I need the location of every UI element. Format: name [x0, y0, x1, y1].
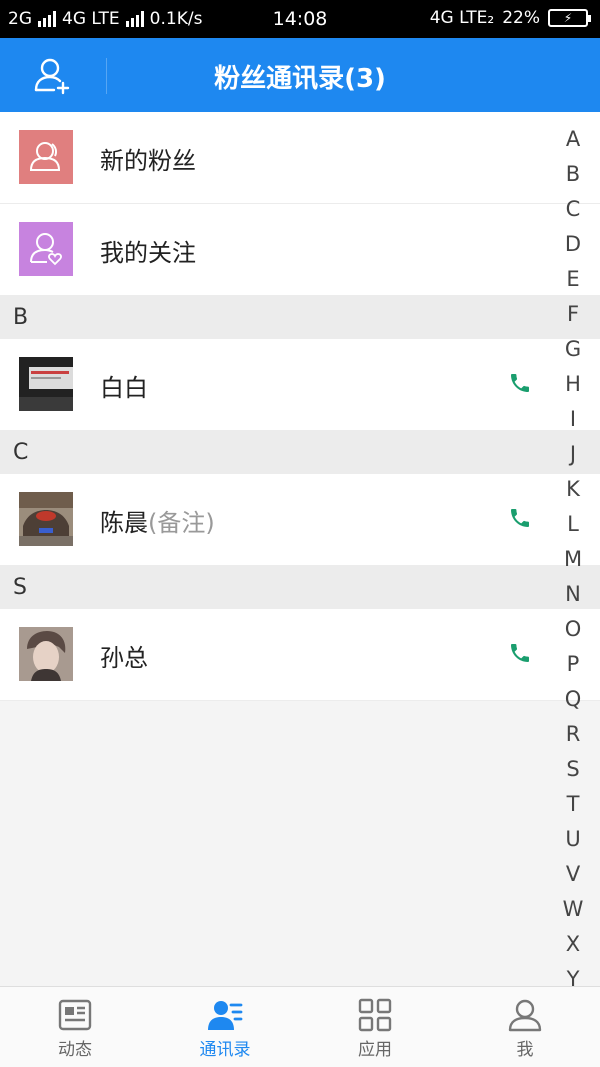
index-letter-d[interactable]: D: [546, 227, 600, 262]
status-bar: 2G 4G LTE 0.1K/s 14:08 4G LTE₂ 22% ⚡: [0, 0, 600, 38]
index-letter-k[interactable]: K: [546, 472, 600, 507]
index-letter-g[interactable]: G: [546, 332, 600, 367]
contact-remark: (备注): [148, 509, 215, 537]
row-label: 我的关注: [100, 239, 196, 267]
contact-row[interactable]: 孙总: [0, 609, 600, 701]
nav-tab-news[interactable]: 动态: [0, 987, 150, 1067]
fans-icon: [19, 130, 73, 184]
avatar: [19, 627, 73, 681]
contact-name: 白白: [100, 374, 148, 402]
news-icon: [58, 999, 92, 1031]
nav-label: 动态: [58, 1040, 92, 1060]
phone-icon[interactable]: [508, 641, 532, 665]
phone-icon[interactable]: [508, 506, 532, 530]
section-header-b: B: [0, 296, 600, 339]
nav-tab-apps[interactable]: 应用: [300, 987, 450, 1067]
contact-name: 陈晨(备注): [100, 503, 215, 538]
index-letter-s[interactable]: S: [546, 752, 600, 787]
nav-label: 我: [516, 1040, 534, 1060]
index-letter-c[interactable]: C: [546, 192, 600, 227]
index-letter-h[interactable]: H: [546, 367, 600, 402]
phone-icon[interactable]: [508, 371, 532, 395]
following-icon: [19, 222, 73, 276]
index-letter-n[interactable]: N: [546, 577, 600, 612]
index-letter-e[interactable]: E: [546, 262, 600, 297]
nav-tab-contacts[interactable]: 通讯录: [150, 987, 300, 1067]
index-letter-v[interactable]: V: [546, 857, 600, 892]
apps-grid-icon: [358, 998, 392, 1032]
bottom-nav: 动态 通讯录 应用 我: [0, 986, 600, 1067]
index-letter-r[interactable]: R: [546, 717, 600, 752]
index-letter-o[interactable]: O: [546, 612, 600, 647]
avatar: [19, 492, 73, 546]
new-fans-row[interactable]: 新的粉丝: [0, 112, 600, 204]
avatar: [19, 357, 73, 411]
nav-label: 通讯录: [199, 1040, 251, 1060]
contact-row[interactable]: 陈晨(备注): [0, 474, 600, 566]
contact-name-text: 陈晨: [100, 509, 148, 537]
contact-row[interactable]: 白白: [0, 339, 600, 431]
index-letter-a[interactable]: A: [546, 122, 600, 157]
nav-tab-me[interactable]: 我: [450, 987, 600, 1067]
index-letter-t[interactable]: T: [546, 787, 600, 822]
index-letter-w[interactable]: W: [546, 892, 600, 927]
contact-name: 孙总: [100, 644, 148, 672]
alphabet-index[interactable]: ABCDEFGHIJKLMNOPQRSTUVWXYZ: [546, 122, 600, 1032]
index-letter-b[interactable]: B: [546, 157, 600, 192]
page-title: 粉丝通讯录(3): [214, 64, 386, 94]
network-label-right: 4G LTE₂: [429, 8, 495, 28]
index-letter-m[interactable]: M: [546, 542, 600, 577]
index-letter-f[interactable]: F: [546, 297, 600, 332]
battery-percent: 22%: [502, 8, 540, 28]
contact-list: 新的粉丝 我的关注 B 白白 C 陈晨(备注) S 孙总: [0, 112, 600, 701]
index-letter-l[interactable]: L: [546, 507, 600, 542]
status-right: 4G LTE₂ 22% ⚡: [429, 8, 591, 28]
index-letter-j[interactable]: J: [546, 437, 600, 472]
section-header-c: C: [0, 431, 600, 474]
section-header-s: S: [0, 566, 600, 609]
contacts-icon: [208, 1001, 243, 1030]
index-letter-p[interactable]: P: [546, 647, 600, 682]
nav-label: 应用: [358, 1040, 392, 1060]
profile-icon: [508, 999, 542, 1032]
battery-icon: ⚡: [548, 9, 591, 27]
row-label: 新的粉丝: [100, 147, 196, 175]
index-letter-u[interactable]: U: [546, 822, 600, 857]
index-letter-q[interactable]: Q: [546, 682, 600, 717]
index-letter-i[interactable]: I: [546, 402, 600, 437]
index-letter-x[interactable]: X: [546, 927, 600, 962]
following-row[interactable]: 我的关注: [0, 204, 600, 296]
header: 粉丝通讯录(3): [0, 38, 600, 112]
